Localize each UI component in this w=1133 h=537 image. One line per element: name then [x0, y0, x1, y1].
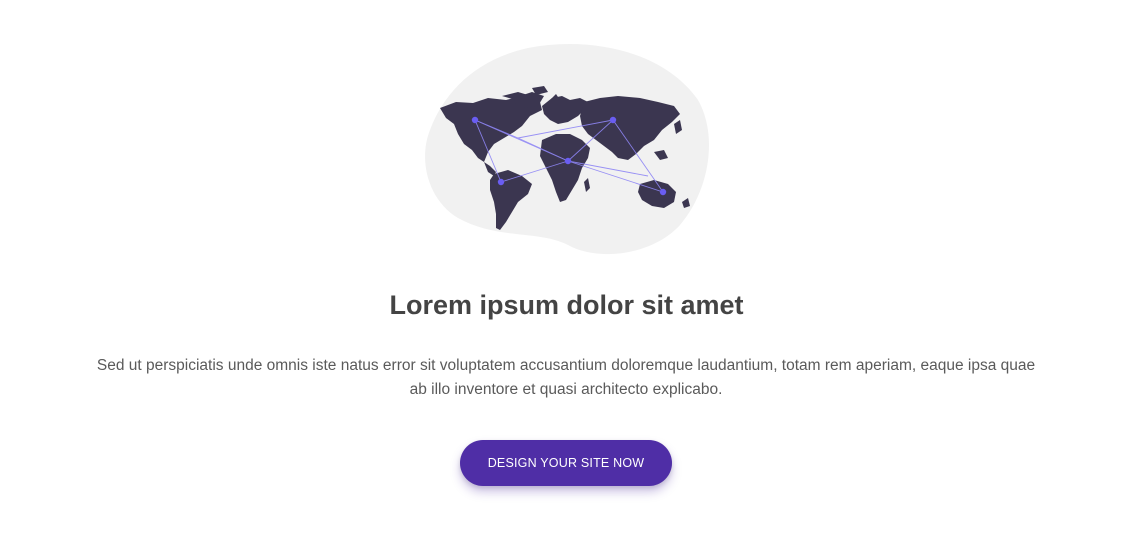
- location-node: [659, 188, 667, 196]
- location-node: [471, 116, 479, 124]
- world-map-illustration: [418, 40, 718, 262]
- design-your-site-button[interactable]: DESIGN YOUR SITE NOW: [460, 440, 672, 486]
- world-map-icon: [425, 43, 710, 255]
- location-node: [497, 178, 505, 186]
- location-node: [564, 157, 572, 165]
- hero-description: Sed ut perspiciatis unde omnis iste natu…: [96, 357, 1036, 398]
- hero-section: Lorem ipsum dolor sit amet Sed ut perspi…: [0, 0, 1133, 537]
- location-node: [609, 116, 617, 124]
- hero-title: Lorem ipsum dolor sit amet: [389, 290, 744, 320]
